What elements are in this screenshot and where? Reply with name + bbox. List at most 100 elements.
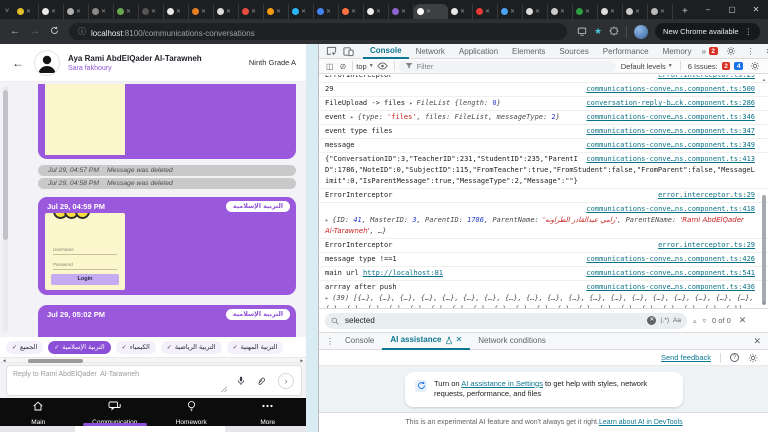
scroll-right-arrow-icon[interactable]: ► [300,358,304,364]
browser-tab[interactable]: ✕ [414,4,448,19]
browser-tab[interactable]: ✕ [114,4,139,19]
tab-close-icon[interactable]: ✕ [560,9,565,15]
ai-settings-link[interactable]: AI assistance in Settings [461,379,543,388]
attachment-paperclip-icon[interactable] [253,373,269,389]
console-settings-gear-icon[interactable] [750,61,760,71]
issues-label[interactable]: 6 Issues: [688,62,718,71]
help-icon[interactable]: ? [730,353,739,362]
browser-tab[interactable]: ✕ [189,4,214,19]
tab-search-chevron-icon[interactable]: ˅ [0,4,14,19]
maximize-button[interactable]: ▢ [720,5,744,14]
browser-tab[interactable]: ✕ [64,4,89,19]
scroll-down-arrow-icon[interactable]: ▼ [761,301,767,306]
tab-close-icon[interactable]: ✕ [585,9,590,15]
nav-item-communication[interactable]: Communication [77,398,154,426]
browser-tab[interactable]: ✕ [573,4,598,19]
address-bar[interactable]: ⓘ localhost:8100/communications-conversa… [69,23,567,40]
subject-chip[interactable]: ✓التربية الرياضية [161,341,222,354]
ai-settings-gear-icon[interactable] [748,353,758,363]
more-panels-icon[interactable]: » [698,47,708,56]
issues-error-badge[interactable]: 2 [722,62,731,70]
tab-close-icon[interactable]: ✕ [26,9,31,15]
extensions-puzzle-icon[interactable] [609,26,619,38]
tab-close-icon[interactable]: ✕ [485,9,490,15]
tab-close-icon[interactable]: ✕ [460,9,465,15]
scroll-up-arrow-icon[interactable]: ▲ [761,77,767,82]
browser-tab[interactable]: ✕ [648,4,673,19]
microphone-icon[interactable] [233,373,249,389]
devtools-menu-kebab-icon[interactable]: ⋮ [747,47,755,56]
tab-close-icon[interactable]: ✕ [201,9,206,15]
browser-tab[interactable]: ✕ [623,4,648,19]
close-window-button[interactable]: ✕ [744,5,768,14]
subject-chip[interactable]: ✓التربية المهنية [227,341,284,354]
browser-tab[interactable]: ✕ [339,4,364,19]
source-link[interactable]: communications-conve…ns.component.ts:541 [586,268,755,279]
tab-close-icon[interactable]: ✕ [151,9,156,15]
message-bubble-image[interactable] [38,84,296,159]
drawer-tab-ai-assistance[interactable]: AI assistance ✕ [382,332,470,350]
browser-tab[interactable]: ✕ [14,4,39,19]
source-link[interactable]: error.interceptor.ts:29 [658,190,755,201]
attached-image[interactable] [45,84,125,155]
tab-close-icon[interactable]: ✕ [426,9,431,15]
devtools-tab-elements[interactable]: Elements [505,44,552,59]
console-sidebar-icon[interactable]: ◫ [326,62,334,71]
messages-scrollbar[interactable] [3,86,8,332]
context-selector[interactable]: top▼ [356,62,373,71]
source-link[interactable]: communications-conve…ns.component.ts:346 [586,112,755,123]
drawer-menu-kebab-icon[interactable]: ⋮ [326,337,334,346]
browser-tab[interactable]: ✕ [314,4,339,19]
browser-tab[interactable]: ✕ [473,4,498,19]
browser-tab[interactable]: ✕ [89,4,114,19]
reload-icon[interactable] [50,26,59,38]
subject-chip[interactable]: ✓الكيمياء [116,341,156,354]
source-link[interactable]: communications-conve…ns.component.ts:500 [586,84,755,95]
send-feedback-link[interactable]: Send feedback [661,353,711,362]
source-link[interactable]: communications-conve…ns.component.ts:426 [586,254,755,265]
devtools-tab-console[interactable]: Console [363,44,409,59]
search-pill[interactable]: ✕ (.*) Aa [325,313,687,329]
clear-console-icon[interactable]: ⊘ [340,62,347,71]
save-page-icon[interactable] [577,26,587,38]
close-search-icon[interactable]: ✕ [739,315,747,326]
subject-chip[interactable]: ✓التربية الإسلامية [48,341,110,354]
console-filter-input[interactable]: Filter [398,61,616,72]
message-list[interactable]: Jul 29, 04:57 PM Message was deleted Jul… [0,82,306,337]
tab-close-icon[interactable]: ✕ [535,9,540,15]
source-link[interactable]: error.interceptor.ts:29 [658,240,755,251]
tab-close-icon[interactable]: ✕ [51,9,56,15]
forward-icon[interactable]: → [30,26,40,37]
search-input[interactable] [343,315,593,326]
tab-close-icon[interactable]: ✕ [660,9,665,15]
tab-close-icon[interactable]: ✕ [301,9,306,15]
match-case-toggle[interactable]: Aa [673,317,681,324]
source-link[interactable]: communications-conve…ns.component.ts:418 [586,205,755,213]
log-levels-dropdown[interactable]: Default levels▼ [621,62,673,71]
browser-tab[interactable]: ✕ [448,4,473,19]
tab-close-icon[interactable]: ✕ [635,9,640,15]
browser-tab[interactable]: ✕ [364,4,389,19]
bookmark-star-icon[interactable]: ★ [594,26,602,37]
contact-avatar[interactable] [34,50,60,76]
message-bubble[interactable]: Jul 29, 05:02 PM التربية الإسلامية [38,305,296,337]
back-arrow-icon[interactable]: ← [12,56,24,70]
browser-tab[interactable]: ✕ [139,4,164,19]
source-link[interactable]: communications-conve…ns.component.ts:349 [586,140,755,151]
issues-warning-badge[interactable]: 4 [734,62,743,70]
tab-close-icon[interactable]: ✕ [251,9,256,15]
tab-close-icon[interactable]: ✕ [76,9,81,15]
messages-scrollbar-thumb[interactable] [3,90,8,240]
close-drawer-icon[interactable]: ✕ [753,336,765,347]
devtools-tab-application[interactable]: Application [452,44,505,59]
console-scrollbar-thumb[interactable] [762,195,766,305]
new-tab-button[interactable]: + [682,5,688,19]
browser-tab[interactable]: ✕ [598,4,623,19]
minimize-button[interactable]: – [696,5,720,14]
back-icon[interactable]: ← [10,26,20,37]
settings-gear-icon[interactable] [726,46,736,56]
tab-close-icon[interactable]: ✕ [401,9,406,15]
chrome-menu-kebab-icon[interactable]: ⋮ [745,27,753,36]
error-count-badge[interactable]: 2 [709,47,718,55]
tab-close-icon[interactable]: ✕ [101,9,106,15]
